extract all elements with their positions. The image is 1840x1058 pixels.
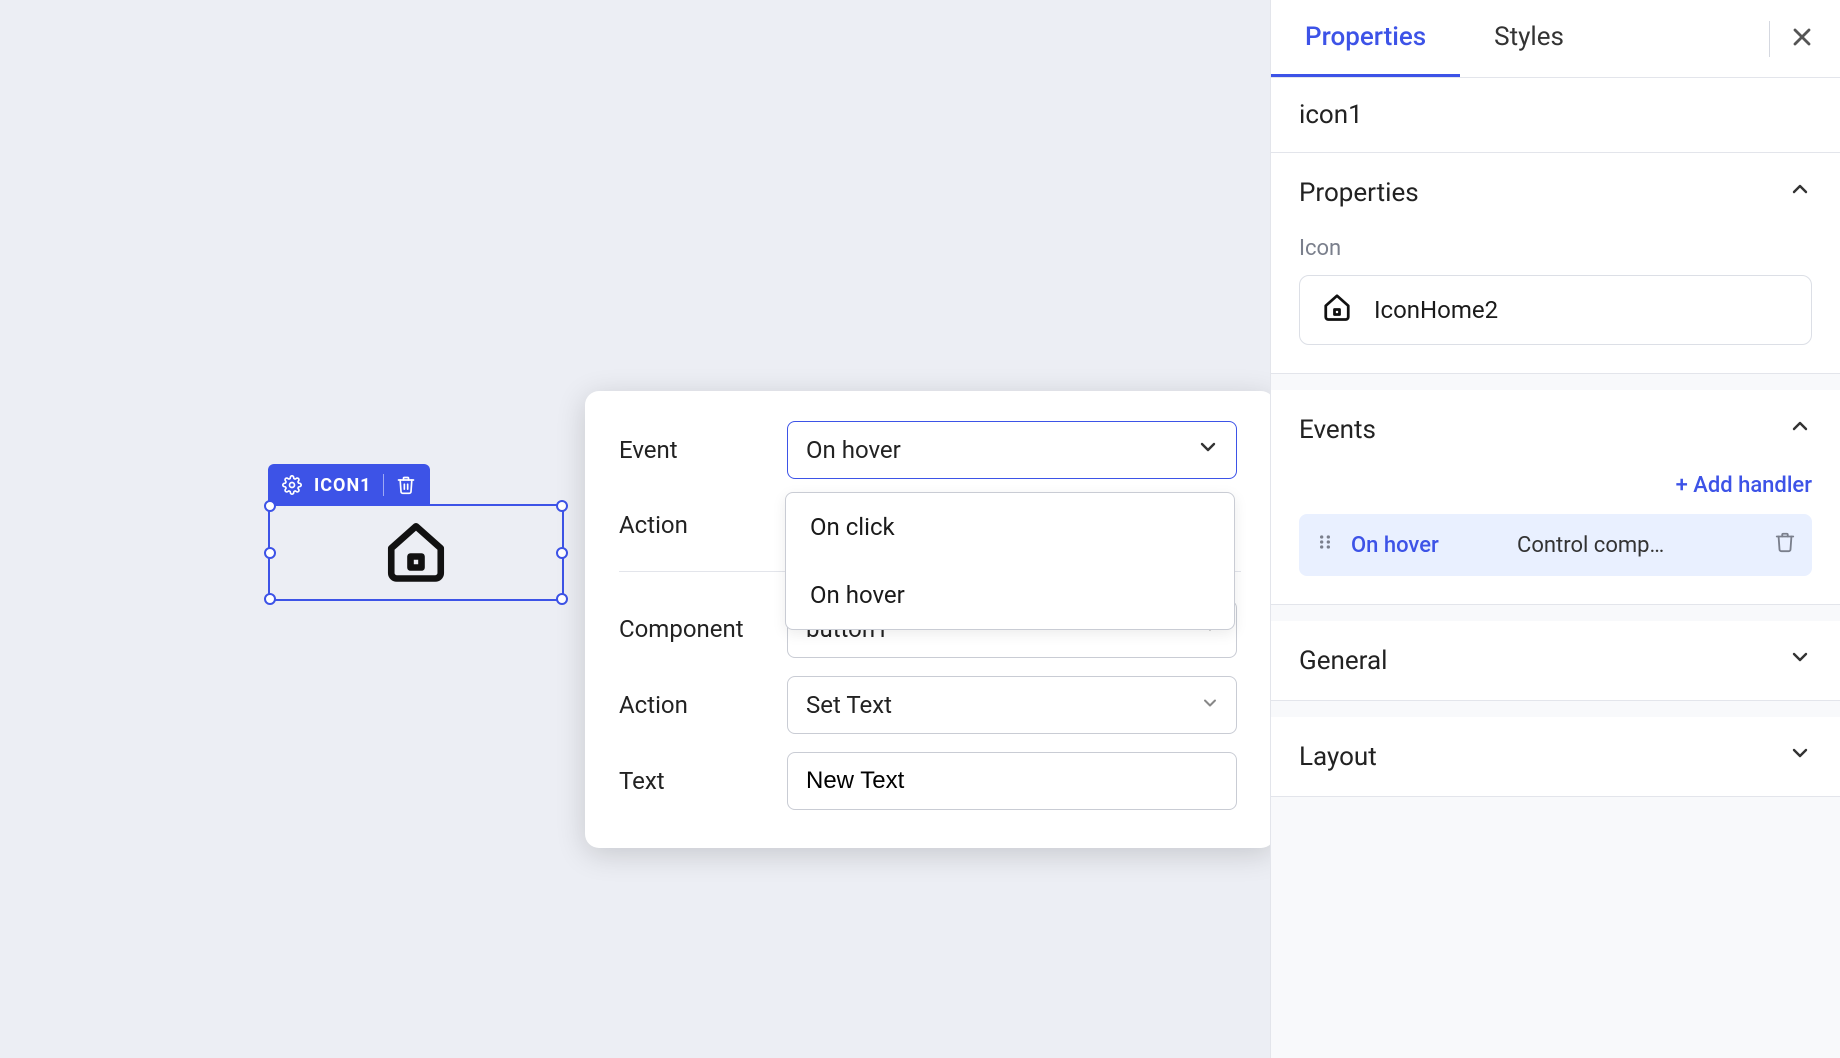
gear-icon[interactable] xyxy=(282,475,302,495)
group-layout-title: Layout xyxy=(1299,742,1377,772)
group-properties-title: Properties xyxy=(1299,178,1419,208)
group-events: Events + Add handler On hover Control co… xyxy=(1271,390,1840,605)
home-icon xyxy=(1322,292,1352,328)
trash-icon[interactable] xyxy=(1774,531,1796,559)
text-input[interactable] xyxy=(806,767,1186,795)
add-handler-button[interactable]: + Add handler xyxy=(1299,473,1812,498)
chevron-up-icon xyxy=(1788,414,1812,445)
group-general-title: General xyxy=(1299,646,1387,676)
resize-handle-middle-right[interactable] xyxy=(556,547,568,559)
handler-row[interactable]: On hover Control comp… xyxy=(1299,514,1812,576)
handler-action: Control comp… xyxy=(1517,533,1758,558)
component-label: Component xyxy=(619,615,787,643)
group-layout: Layout xyxy=(1271,717,1840,797)
chevron-down-icon xyxy=(1788,645,1812,676)
properties-panel: Properties Styles icon1 Properties Icon xyxy=(1270,0,1840,1058)
selection-label: ICON1 xyxy=(314,475,371,496)
event-option-on-click[interactable]: On click xyxy=(786,493,1234,561)
icon-picker[interactable]: IconHome2 xyxy=(1299,275,1812,345)
event-option-on-hover[interactable]: On hover xyxy=(786,561,1234,629)
chevron-down-icon xyxy=(1200,691,1220,719)
handler-event: On hover xyxy=(1351,533,1501,558)
trash-icon[interactable] xyxy=(396,475,416,495)
tab-properties[interactable]: Properties xyxy=(1271,0,1460,77)
panel-body: Properties Icon IconHome2 xyxy=(1271,152,1840,1058)
chevron-up-icon xyxy=(1788,177,1812,208)
resize-handle-bottom-right[interactable] xyxy=(556,593,568,605)
icon-picker-value: IconHome2 xyxy=(1374,296,1498,324)
home-icon xyxy=(383,518,449,588)
close-icon[interactable] xyxy=(1788,23,1816,55)
tab-styles[interactable]: Styles xyxy=(1460,0,1598,77)
group-layout-header[interactable]: Layout xyxy=(1271,717,1840,796)
chevron-down-icon xyxy=(1788,741,1812,772)
resize-handle-bottom-left[interactable] xyxy=(264,593,276,605)
event-select-dropdown: On click On hover xyxy=(785,492,1235,630)
drag-handle-icon[interactable] xyxy=(1315,532,1335,558)
icon-field-label: Icon xyxy=(1299,236,1812,261)
resize-handle-top-right[interactable] xyxy=(556,500,568,512)
selection-badge: ICON1 xyxy=(268,464,430,506)
text-label: Text xyxy=(619,767,787,795)
group-properties-header[interactable]: Properties xyxy=(1271,153,1840,232)
action-label: Action xyxy=(619,511,787,539)
resize-handle-top-left[interactable] xyxy=(264,500,276,512)
event-label: Event xyxy=(619,436,787,464)
group-general-header[interactable]: General xyxy=(1271,621,1840,700)
action2-label: Action xyxy=(619,691,787,719)
action2-select[interactable]: Set Text xyxy=(787,676,1237,734)
selected-element[interactable] xyxy=(268,504,564,601)
group-events-title: Events xyxy=(1299,415,1376,445)
panel-tabs: Properties Styles xyxy=(1271,0,1840,78)
element-name[interactable]: icon1 xyxy=(1271,78,1840,152)
chevron-down-icon xyxy=(1196,435,1220,465)
group-general: General xyxy=(1271,621,1840,701)
resize-handle-middle-left[interactable] xyxy=(264,547,276,559)
text-input-wrapper xyxy=(787,752,1237,810)
group-properties: Properties Icon IconHome2 xyxy=(1271,153,1840,374)
event-select-value: On hover xyxy=(806,436,901,464)
event-select[interactable]: On hover xyxy=(787,421,1237,479)
group-events-header[interactable]: Events xyxy=(1271,390,1840,469)
action2-select-value: Set Text xyxy=(806,691,892,719)
